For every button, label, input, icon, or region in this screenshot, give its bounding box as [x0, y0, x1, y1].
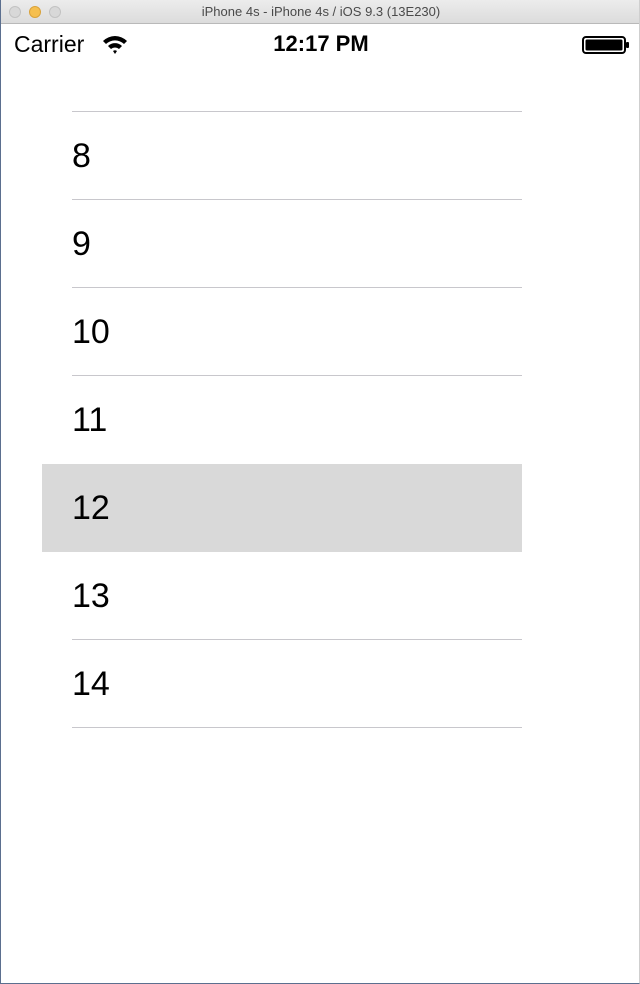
- table-row[interactable]: 13: [42, 552, 522, 640]
- row-label: 14: [72, 665, 110, 703]
- status-time: 12:17 PM: [273, 31, 369, 56]
- row-label: 13: [72, 577, 110, 615]
- number-table-view[interactable]: 8 9 10 11 12 13 14: [42, 111, 522, 728]
- simulator-window: iPhone 4s - iPhone 4s / iOS 9.3 (13E230)…: [0, 0, 640, 984]
- window-title: iPhone 4s - iPhone 4s / iOS 9.3 (13E230): [201, 4, 441, 19]
- ios-status-bar: Carrier 12:17 PM: [1, 24, 639, 64]
- battery-icon: [582, 36, 629, 54]
- row-label: 11: [72, 401, 108, 439]
- row-separator: [72, 727, 522, 728]
- table-row[interactable]: 11: [42, 376, 522, 464]
- row-label: 9: [72, 225, 91, 263]
- row-label: 12: [72, 489, 110, 527]
- table-row[interactable]: 10: [42, 288, 522, 376]
- table-row-selected[interactable]: 12: [42, 464, 522, 552]
- window-titlebar[interactable]: iPhone 4s - iPhone 4s / iOS 9.3 (13E230): [1, 0, 639, 24]
- table-row[interactable]: 8: [42, 112, 522, 200]
- row-label: 10: [72, 313, 110, 351]
- row-label: 8: [72, 137, 91, 175]
- table-row[interactable]: 14: [42, 640, 522, 728]
- table-row[interactable]: 9: [42, 200, 522, 288]
